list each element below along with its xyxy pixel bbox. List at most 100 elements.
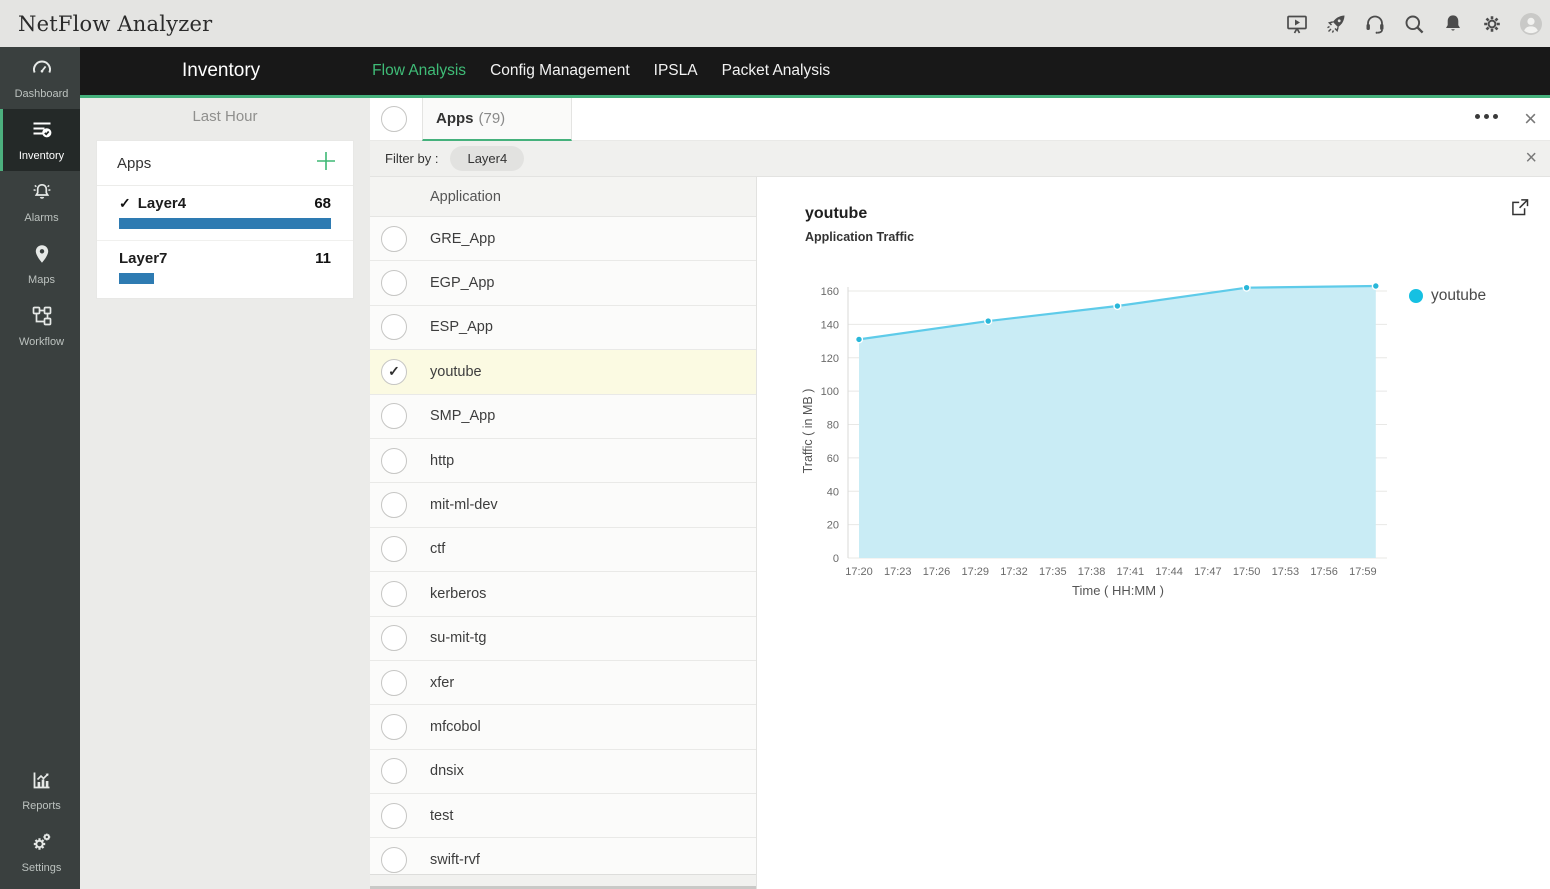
application-list-panel: Application GRE_App EGP_App ESP_App ✓ yo… — [370, 177, 757, 889]
application-name: youtube — [430, 363, 482, 380]
list-item[interactable]: kerberos — [370, 572, 756, 617]
chart-legend[interactable]: youtube — [1409, 287, 1486, 305]
category-layer4[interactable]: ✓ Layer4 68 — [97, 186, 353, 241]
gears-icon — [30, 830, 54, 859]
presentation-icon[interactable] — [1284, 11, 1310, 37]
radio-icon[interactable] — [381, 713, 407, 740]
tab-config-management[interactable]: Config Management — [490, 62, 630, 80]
svg-text:17:53: 17:53 — [1272, 566, 1300, 578]
svg-text:40: 40 — [827, 486, 839, 498]
application-name: test — [430, 807, 454, 824]
radio-icon[interactable] — [381, 536, 407, 563]
sidebar-item-reports[interactable]: Reports — [0, 759, 80, 821]
horizontal-scrollbar[interactable] — [370, 874, 756, 889]
filter-chip-layer4[interactable]: Layer4 — [450, 146, 525, 171]
svg-text:17:44: 17:44 — [1155, 566, 1183, 578]
radio-checked-icon[interactable]: ✓ — [381, 358, 407, 385]
radio-icon[interactable] — [381, 270, 407, 297]
expand-icon[interactable] — [1510, 197, 1530, 222]
list-item[interactable]: test — [370, 794, 756, 839]
radio-icon[interactable] — [381, 580, 407, 607]
radio-icon[interactable] — [381, 847, 407, 874]
netflow-analyzer-app: NetFlow Analyzer Dashboard Inventory Ala… — [0, 0, 1550, 889]
tab-apps[interactable]: Apps (79) — [422, 97, 572, 141]
category-count: 68 — [314, 195, 331, 212]
sidebar-item-settings[interactable]: Settings — [0, 821, 80, 883]
sidebar-item-workflow[interactable]: Workflow — [0, 295, 80, 357]
radio-icon[interactable] — [381, 802, 407, 829]
application-name: ESP_App — [430, 319, 493, 336]
list-item[interactable]: mit-ml-dev — [370, 483, 756, 528]
legend-label: youtube — [1431, 287, 1487, 304]
reports-chart-icon — [30, 768, 54, 797]
sidebar-item-dashboard[interactable]: Dashboard — [0, 47, 80, 109]
list-item[interactable]: ctf — [370, 527, 756, 573]
list-item[interactable]: GRE_App — [370, 217, 756, 262]
category-layer7[interactable]: Layer7 11 — [97, 241, 353, 298]
search-icon[interactable] — [1401, 11, 1427, 37]
chart-title: youtube — [805, 205, 868, 222]
application-name: http — [430, 452, 455, 469]
top-bar: NetFlow Analyzer — [0, 0, 1550, 47]
list-item[interactable]: http — [370, 438, 756, 484]
tab-packet-analysis[interactable]: Packet Analysis — [722, 62, 831, 80]
launch-icon[interactable] — [1323, 11, 1349, 37]
radio-icon[interactable] — [381, 225, 407, 252]
list-item[interactable]: dnsix — [370, 749, 756, 795]
sidebar-item-alarms[interactable]: Alarms — [0, 171, 80, 233]
radio-icon[interactable] — [381, 492, 407, 519]
svg-text:120: 120 — [821, 353, 839, 365]
list-item[interactable]: mfcobol — [370, 705, 756, 750]
svg-text:160: 160 — [821, 286, 839, 298]
user-avatar[interactable] — [1518, 11, 1544, 37]
tab-flow-analysis[interactable]: Flow Analysis — [372, 62, 466, 80]
list-item[interactable]: EGP_App — [370, 261, 756, 306]
application-name: mfcobol — [430, 718, 481, 735]
application-name: ctf — [430, 541, 446, 558]
sidebar-item-inventory[interactable]: Inventory — [0, 109, 80, 171]
list-item[interactable]: xfer — [370, 660, 756, 706]
svg-text:17:47: 17:47 — [1194, 566, 1222, 578]
traffic-chart: 0 20 40 60 80 100 120 140 160 17:20 17:23 17:26 17:2… — [821, 281, 1387, 578]
application-name: swift-rvf — [430, 852, 480, 869]
more-options-icon[interactable] — [1475, 114, 1498, 119]
alarm-bell-icon — [30, 180, 54, 209]
list-item[interactable]: ESP_App — [370, 305, 756, 351]
filter-bar: Filter by : Layer4 × — [370, 141, 1550, 177]
add-icon[interactable] — [315, 150, 337, 177]
list-item[interactable]: ✓ youtube — [370, 350, 756, 395]
application-name: GRE_App — [430, 230, 496, 247]
radio-icon[interactable] — [381, 625, 407, 652]
notifications-bell-icon[interactable] — [1440, 11, 1466, 37]
svg-text:0: 0 — [833, 553, 839, 565]
application-name: xfer — [430, 674, 455, 691]
svg-text:17:23: 17:23 — [884, 566, 912, 578]
radio-icon[interactable] — [381, 403, 407, 430]
list-item[interactable]: su-mit-tg — [370, 616, 756, 661]
svg-text:17:26: 17:26 — [923, 566, 951, 578]
svg-text:17:59: 17:59 — [1349, 566, 1377, 578]
radio-icon[interactable] — [381, 447, 407, 474]
select-all-radio[interactable] — [381, 106, 407, 132]
time-period-label[interactable]: Last Hour — [80, 106, 370, 128]
svg-text:80: 80 — [827, 420, 839, 432]
column-header-application: Application — [370, 177, 756, 217]
list-item[interactable]: SMP_App — [370, 394, 756, 439]
radio-icon[interactable] — [381, 314, 407, 341]
module-header: Inventory Flow Analysis Config Managemen… — [80, 47, 1550, 95]
chart-subtitle: Application Traffic — [805, 230, 915, 244]
application-name: mit-ml-dev — [430, 497, 498, 514]
tab-ipsla[interactable]: IPSLA — [654, 62, 698, 80]
settings-gear-icon[interactable] — [1479, 11, 1505, 37]
support-headset-icon[interactable] — [1362, 11, 1388, 37]
apps-filter-card: Apps ✓ Layer4 68 Layer7 11 — [96, 140, 354, 299]
filter-close-icon[interactable]: × — [1525, 146, 1537, 170]
close-icon[interactable]: × — [1524, 107, 1537, 131]
application-name: SMP_App — [430, 408, 496, 425]
radio-icon[interactable] — [381, 669, 407, 696]
y-axis-label: Traffic ( in MB ) — [801, 388, 815, 474]
svg-text:17:20: 17:20 — [845, 566, 873, 578]
sidebar-item-maps[interactable]: Maps — [0, 233, 80, 295]
application-name: dnsix — [430, 763, 464, 780]
radio-icon[interactable] — [381, 758, 407, 785]
